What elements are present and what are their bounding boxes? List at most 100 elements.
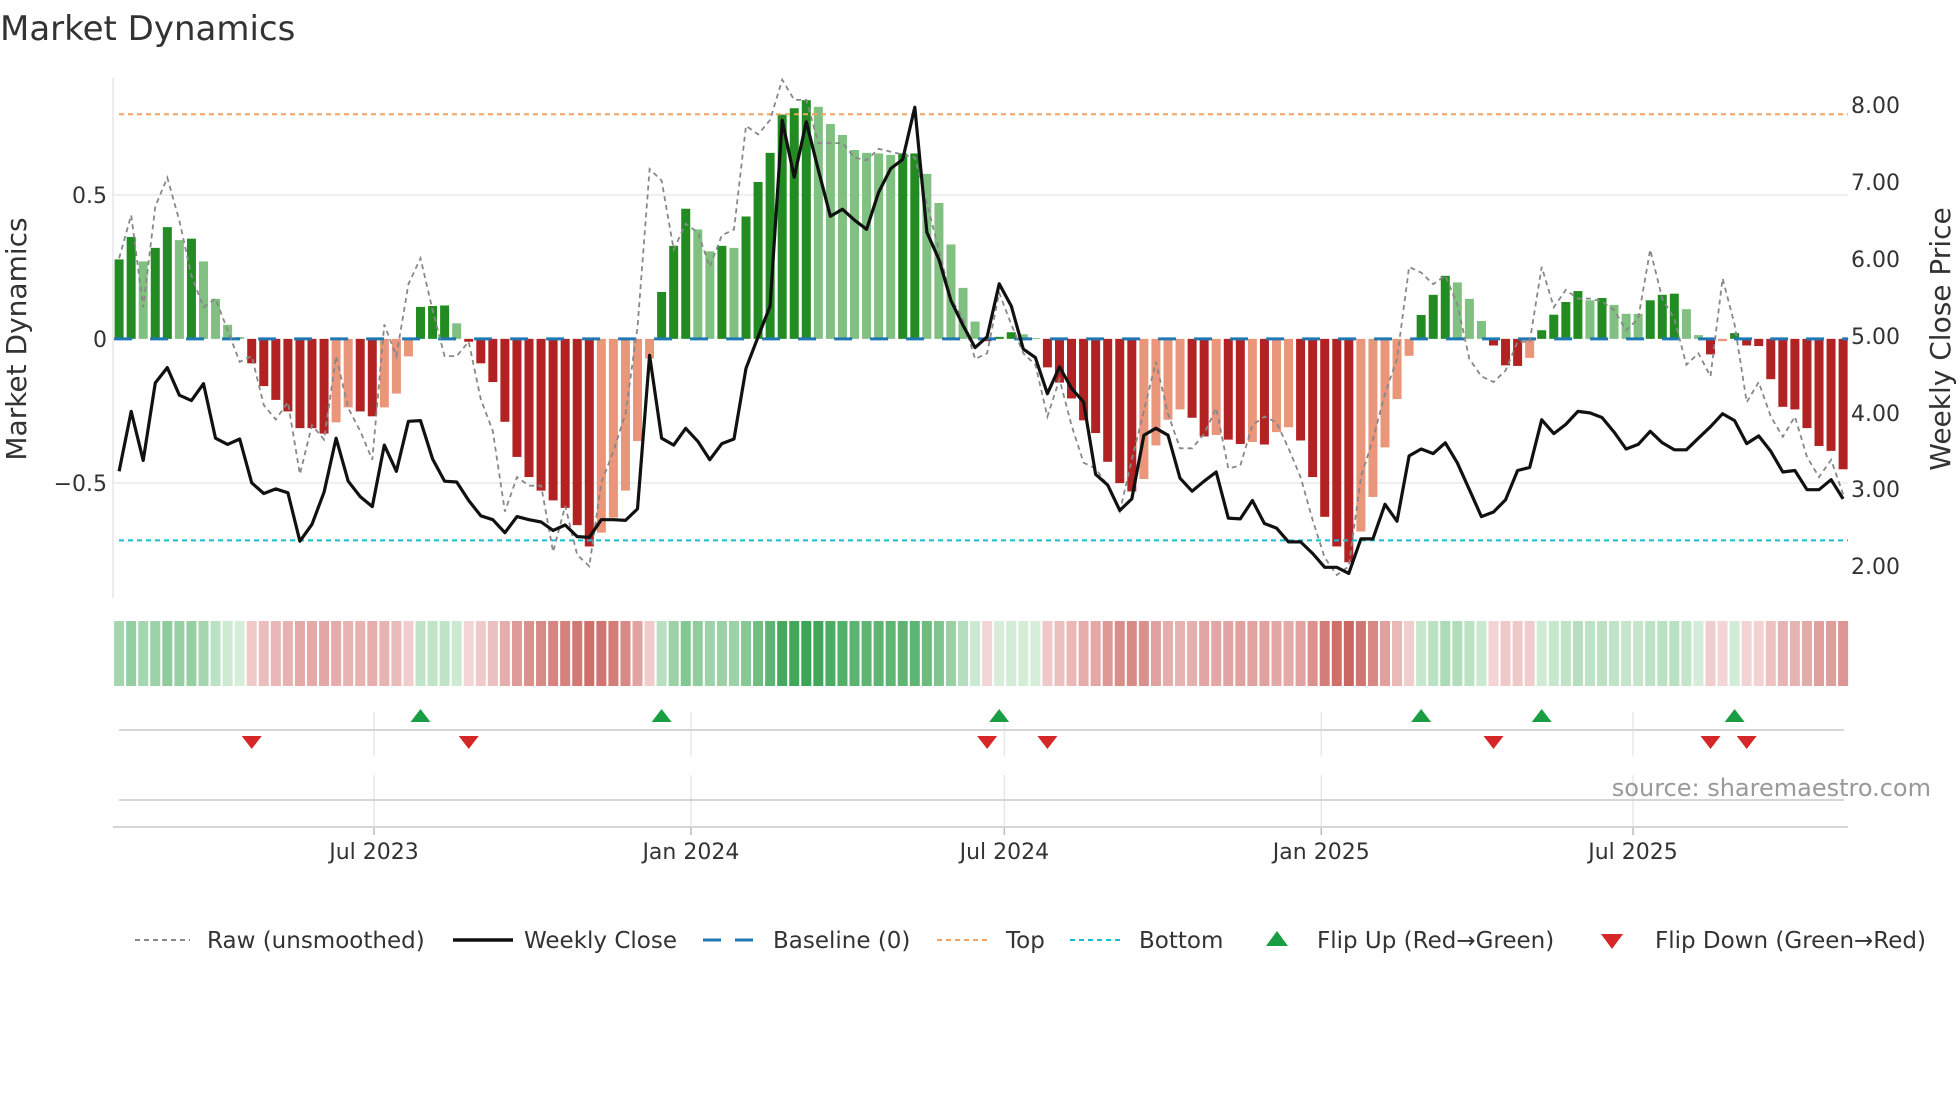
strip-cell xyxy=(765,621,776,686)
legend-item-raw: Raw (unsmoothed) xyxy=(135,928,425,954)
right-tick-label: 6.00 xyxy=(1851,248,1900,273)
right-tick-label: 4.00 xyxy=(1851,402,1900,427)
momentum-bar xyxy=(862,152,872,339)
strip-cell xyxy=(668,621,679,686)
momentum-bar xyxy=(416,306,426,339)
strip-cell xyxy=(1355,621,1366,686)
strip-cell xyxy=(837,621,848,686)
momentum-bar xyxy=(813,106,823,339)
strip-cell xyxy=(1669,621,1680,686)
strip-cell xyxy=(319,621,330,686)
momentum-bar xyxy=(1344,338,1354,563)
momentum-bar xyxy=(1428,294,1438,339)
strip-cell xyxy=(897,621,908,686)
momentum-bar xyxy=(271,338,281,400)
strip-cell xyxy=(933,621,944,686)
momentum-bar xyxy=(1235,338,1245,444)
strip-cell xyxy=(1536,621,1547,686)
strip-cell xyxy=(1343,621,1354,686)
x-tick-label: Jan 2025 xyxy=(1271,840,1370,865)
strip-cell xyxy=(258,621,269,686)
momentum-bar xyxy=(1657,294,1667,339)
strip-cell xyxy=(1271,621,1282,686)
momentum-bar xyxy=(548,338,558,501)
strip-cell xyxy=(994,621,1005,686)
strip-cell xyxy=(1633,621,1644,686)
strip-cell xyxy=(1814,621,1825,686)
strip-cell xyxy=(560,621,571,686)
strip-cell xyxy=(608,621,619,686)
momentum-bar xyxy=(1464,298,1474,339)
strip-cell xyxy=(463,621,474,686)
momentum-bar xyxy=(186,238,196,339)
momentum-bar xyxy=(1091,338,1101,434)
momentum-bar xyxy=(669,245,679,339)
momentum-bar xyxy=(886,154,896,339)
flip-up-marker xyxy=(989,709,1010,722)
strip-cell xyxy=(1705,621,1716,686)
momentum-heat-strip xyxy=(114,621,1849,686)
strip-cell xyxy=(1476,621,1487,686)
strip-cell xyxy=(499,621,510,686)
momentum-bar xyxy=(825,124,835,339)
legend-item-bottom: Bottom xyxy=(1070,928,1223,954)
strip-cell xyxy=(1621,621,1632,686)
strip-cell xyxy=(1162,621,1173,686)
strip-cell xyxy=(1367,621,1378,686)
momentum-bar xyxy=(464,338,474,342)
strip-cell xyxy=(753,621,764,686)
strip-cell xyxy=(1657,621,1668,686)
momentum-bar xyxy=(126,236,136,339)
strip-cell xyxy=(198,621,209,686)
momentum-bar xyxy=(1440,275,1450,339)
left-tick-label: −0.5 xyxy=(54,472,107,497)
strip-cell xyxy=(680,621,691,686)
strip-cell xyxy=(572,621,583,686)
strip-cell xyxy=(1187,621,1198,686)
momentum-bar xyxy=(1175,338,1185,410)
momentum-bar xyxy=(1127,338,1137,492)
strip-cell xyxy=(1102,621,1113,686)
strip-cell xyxy=(704,621,715,686)
legend-item-flip-up: Flip Up (Red→Green) xyxy=(1266,928,1554,954)
strip-cell xyxy=(1572,621,1583,686)
strip-cell xyxy=(1199,621,1210,686)
strip-cell xyxy=(1404,621,1415,686)
momentum-bar xyxy=(1163,338,1173,420)
momentum-bar xyxy=(1368,338,1378,497)
strip-cell xyxy=(1006,621,1017,686)
strip-cell xyxy=(1138,621,1149,686)
strip-cell xyxy=(1838,621,1849,686)
momentum-bar xyxy=(1452,282,1462,339)
strip-cell xyxy=(487,621,498,686)
strip-cell xyxy=(1175,621,1186,686)
flip-down-marker xyxy=(241,736,262,749)
legend-label: Raw (unsmoothed) xyxy=(207,928,425,954)
strip-cell xyxy=(186,621,197,686)
strip-cell xyxy=(1464,621,1475,686)
strip-cell xyxy=(692,621,703,686)
momentum-bar xyxy=(1681,309,1691,339)
strip-cell xyxy=(1717,621,1728,686)
flip-down-marker xyxy=(977,736,998,749)
flip-down-marker xyxy=(458,736,479,749)
momentum-bar xyxy=(874,153,884,339)
strip-cell xyxy=(1452,621,1463,686)
series-lines xyxy=(117,77,1845,577)
momentum-bar xyxy=(283,338,293,412)
strip-cell xyxy=(728,621,739,686)
momentum-bar xyxy=(970,321,980,339)
legend-item-close: Weekly Close xyxy=(453,928,677,954)
legend-item-flip-down: Flip Down (Green→Red) xyxy=(1601,928,1926,954)
legend-label: Bottom xyxy=(1139,928,1223,954)
momentum-bar xyxy=(850,149,860,339)
strip-cell xyxy=(1801,621,1812,686)
strip-cell xyxy=(222,621,233,686)
strip-cell xyxy=(234,621,245,686)
momentum-bar xyxy=(114,259,124,339)
momentum-bar xyxy=(295,338,305,429)
flip-up-marker xyxy=(410,709,431,722)
strip-cell xyxy=(1042,621,1053,686)
momentum-bar xyxy=(1778,338,1788,407)
strip-cell xyxy=(1789,621,1800,686)
